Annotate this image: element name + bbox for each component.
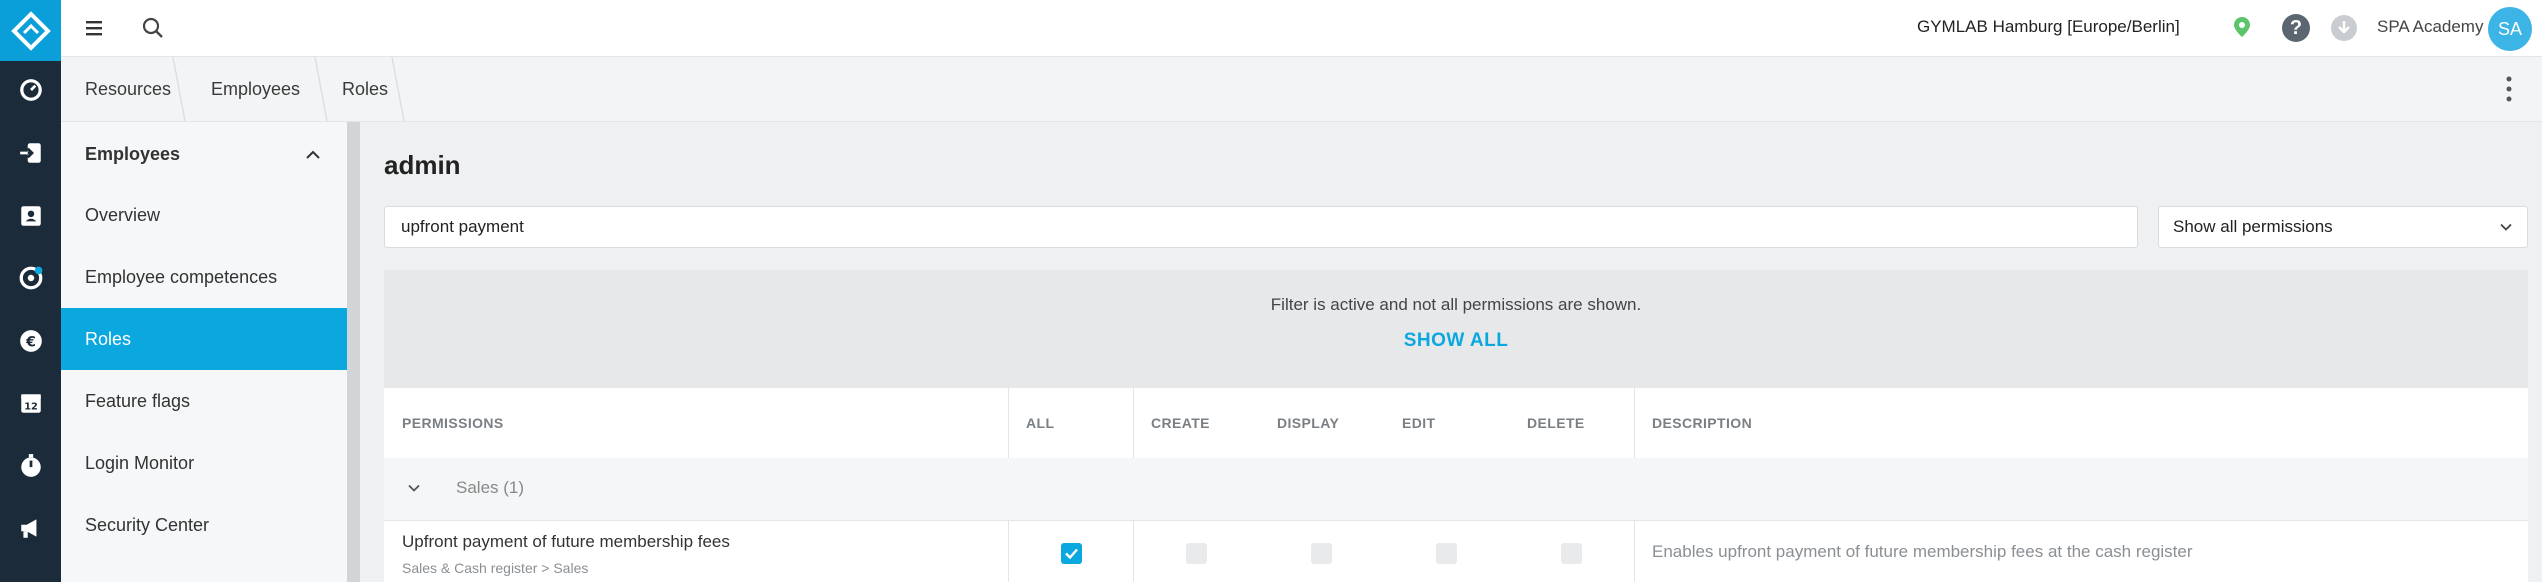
column-divider: [1634, 520, 1635, 582]
chevron-down-icon: [2500, 223, 2512, 231]
breadcrumb-item-roles[interactable]: Roles: [342, 57, 388, 121]
breadcrumb-divider: [172, 57, 186, 121]
avatar[interactable]: SA: [2488, 7, 2532, 51]
permission-filter-value: Show all permissions: [2173, 217, 2333, 236]
permission-edit-checkbox[interactable]: [1436, 543, 1457, 564]
permission-all-checkbox[interactable]: [1061, 543, 1082, 564]
search-icon[interactable]: [140, 15, 166, 41]
logo-icon[interactable]: [0, 0, 61, 61]
help-icon[interactable]: ?: [2282, 14, 2310, 42]
sidebar: Employees Overview Employee competences …: [61, 122, 347, 582]
chevron-down-icon[interactable]: [406, 480, 422, 496]
sidebar-item-security-center[interactable]: Security Center: [61, 494, 347, 556]
breadcrumb: Resources Employees Roles: [61, 57, 2542, 122]
svg-text:€: €: [25, 334, 36, 350]
permission-display-checkbox[interactable]: [1311, 543, 1332, 564]
column-divider: [1133, 388, 1134, 458]
permission-delete-checkbox[interactable]: [1561, 543, 1582, 564]
sidebar-item-overview[interactable]: Overview: [61, 184, 347, 246]
dashboard-icon[interactable]: [0, 70, 61, 110]
sidebar-section-title[interactable]: Employees: [85, 144, 180, 165]
sidebar-item-login-monitor[interactable]: Login Monitor: [61, 432, 347, 494]
column-header-edit: EDIT: [1402, 415, 1436, 431]
breadcrumb-divider: [314, 57, 328, 121]
settings-icon[interactable]: [0, 258, 61, 298]
breadcrumb-item-employees[interactable]: Employees: [211, 57, 300, 121]
column-header-all: ALL: [1026, 415, 1055, 431]
checkmark-icon: [1065, 548, 1078, 560]
column-header-create: CREATE: [1151, 415, 1210, 431]
column-divider: [1634, 388, 1635, 458]
filter-notice-panel: Filter is active and not all permissions…: [384, 270, 2528, 388]
marketing-icon[interactable]: [0, 508, 61, 548]
permission-filter-select[interactable]: Show all permissions: [2158, 206, 2528, 248]
sidebar-item-roles[interactable]: Roles: [61, 308, 347, 370]
sidebar-item-employee-competences[interactable]: Employee competences: [61, 246, 347, 308]
svg-text:12: 12: [24, 402, 38, 413]
checkin-icon[interactable]: [0, 133, 61, 173]
calendar-icon[interactable]: 12: [0, 383, 61, 423]
filter-notice-text: Filter is active and not all permissions…: [1270, 295, 1642, 314]
menu-icon[interactable]: [83, 17, 107, 39]
permission-name: Upfront payment of future membership fee…: [402, 532, 730, 551]
permissions-table: PERMISSIONS ALL CREATE DISPLAY EDIT DELE…: [384, 388, 2528, 582]
download-icon[interactable]: [2331, 15, 2357, 41]
column-header-delete: DELETE: [1527, 415, 1585, 431]
contacts-icon[interactable]: [0, 196, 61, 236]
more-options-icon[interactable]: [2505, 75, 2513, 103]
permission-search-input[interactable]: [384, 206, 2138, 248]
breadcrumb-divider: [391, 57, 405, 121]
column-divider: [1008, 520, 1009, 582]
breadcrumb-item-resources[interactable]: Resources: [85, 57, 171, 121]
column-divider: [1008, 388, 1009, 458]
permission-description: Enables upfront payment of future member…: [1652, 542, 2193, 561]
sidebar-item-feature-flags[interactable]: Feature flags: [61, 370, 347, 432]
finance-icon[interactable]: €: [0, 321, 61, 361]
column-header-permissions: PERMISSIONS: [402, 415, 504, 431]
permission-create-checkbox[interactable]: [1186, 543, 1207, 564]
stopwatch-icon[interactable]: [0, 446, 61, 486]
permission-group-row[interactable]: Sales (1): [384, 458, 2528, 520]
location-label[interactable]: GYMLAB Hamburg [Europe/Berlin]: [1917, 17, 2180, 37]
permission-path: Sales & Cash register > Sales: [402, 560, 589, 576]
column-divider: [1133, 520, 1134, 582]
location-pin-icon: [2234, 17, 2250, 37]
chevron-up-icon[interactable]: [304, 146, 322, 164]
sidebar-scrollbar[interactable]: [347, 122, 360, 582]
permission-group-label: Sales (1): [456, 478, 525, 497]
row-divider: [384, 520, 2528, 521]
user-name[interactable]: SPA Academy: [2377, 17, 2483, 37]
page-title: admin: [384, 150, 461, 180]
app-rail: € 12: [0, 0, 61, 582]
column-header-description: DESCRIPTION: [1652, 415, 1753, 431]
show-all-button[interactable]: SHOW ALL: [384, 330, 2528, 352]
column-header-display: DISPLAY: [1277, 415, 1340, 431]
